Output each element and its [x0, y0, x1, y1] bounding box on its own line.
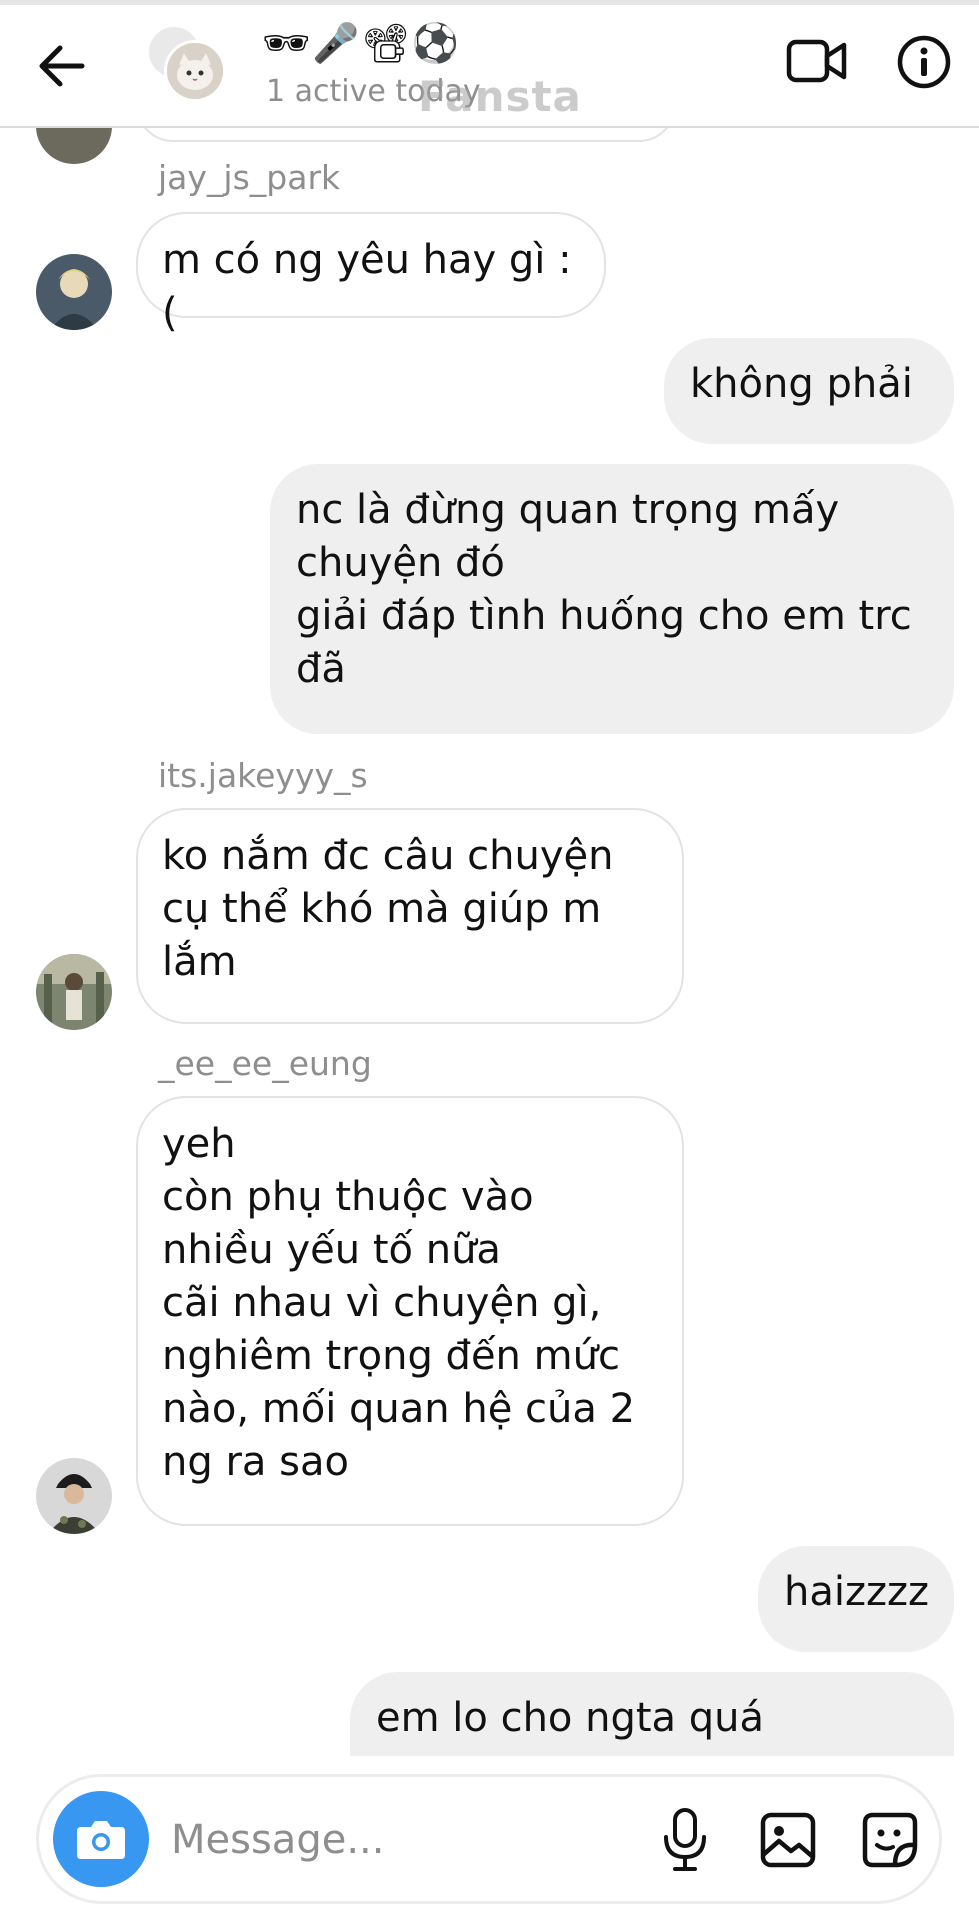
- message-input[interactable]: [171, 1807, 551, 1873]
- status-strip: [0, 0, 979, 5]
- group-avatar[interactable]: [146, 24, 236, 104]
- watermark-text: Fansta: [418, 72, 582, 121]
- microphone-icon: [664, 1808, 706, 1871]
- message-bubble[interactable]: nc là đừng quan trọng mấy chuyện đó giải…: [270, 464, 954, 734]
- camera-button[interactable]: [53, 1791, 149, 1887]
- chat-header: 🕶🎤📽⚽ 1 active today Fansta: [0, 0, 979, 128]
- chat-screen: 🕶🎤📽⚽ 1 active today Fansta jay_js_park m…: [0, 0, 979, 1920]
- sticker-icon: [862, 1812, 918, 1868]
- back-button[interactable]: [34, 40, 90, 92]
- message-thread[interactable]: jay_js_park m có ng yêu hay gì :( không …: [0, 128, 979, 1756]
- avatar[interactable]: [36, 254, 112, 330]
- message-bubble[interactable]: haizzzz: [758, 1546, 954, 1652]
- chat-title[interactable]: 🕶🎤📽⚽: [262, 18, 461, 68]
- sender-name: jay_js_park: [158, 158, 341, 197]
- sender-name: its.jakeyyy_s: [158, 756, 368, 795]
- message-composer: [36, 1774, 942, 1904]
- arrow-left-icon: [39, 45, 85, 87]
- message-bubble[interactable]: không phải: [664, 338, 954, 444]
- info-button[interactable]: [896, 34, 952, 90]
- avatar-partial: [36, 128, 112, 164]
- video-call-button[interactable]: [786, 34, 848, 88]
- avatar-front: [164, 40, 226, 102]
- message-bubble[interactable]: m có ng yêu hay gì :(: [136, 212, 606, 336]
- message-bubble[interactable]: ko nắm đc câu chuyện cụ thể khó mà giúp …: [136, 808, 684, 1024]
- message-bubble-partial: [136, 128, 676, 142]
- sticker-button[interactable]: [857, 1807, 923, 1873]
- sender-name: _ee_ee_eung: [158, 1044, 372, 1083]
- avatar[interactable]: [36, 1458, 112, 1534]
- info-icon: [897, 35, 951, 89]
- message-bubble[interactable]: yeh còn phụ thuộc vào nhiều yếu tố nữa c…: [136, 1096, 684, 1526]
- camera-icon: [77, 1821, 125, 1859]
- image-icon: [760, 1812, 816, 1868]
- video-camera-icon: [786, 39, 847, 83]
- gallery-button[interactable]: [755, 1807, 821, 1873]
- voice-message-button[interactable]: [655, 1805, 715, 1875]
- message-bubble[interactable]: em lo cho ngta quá: [350, 1672, 954, 1756]
- avatar[interactable]: [36, 954, 112, 1030]
